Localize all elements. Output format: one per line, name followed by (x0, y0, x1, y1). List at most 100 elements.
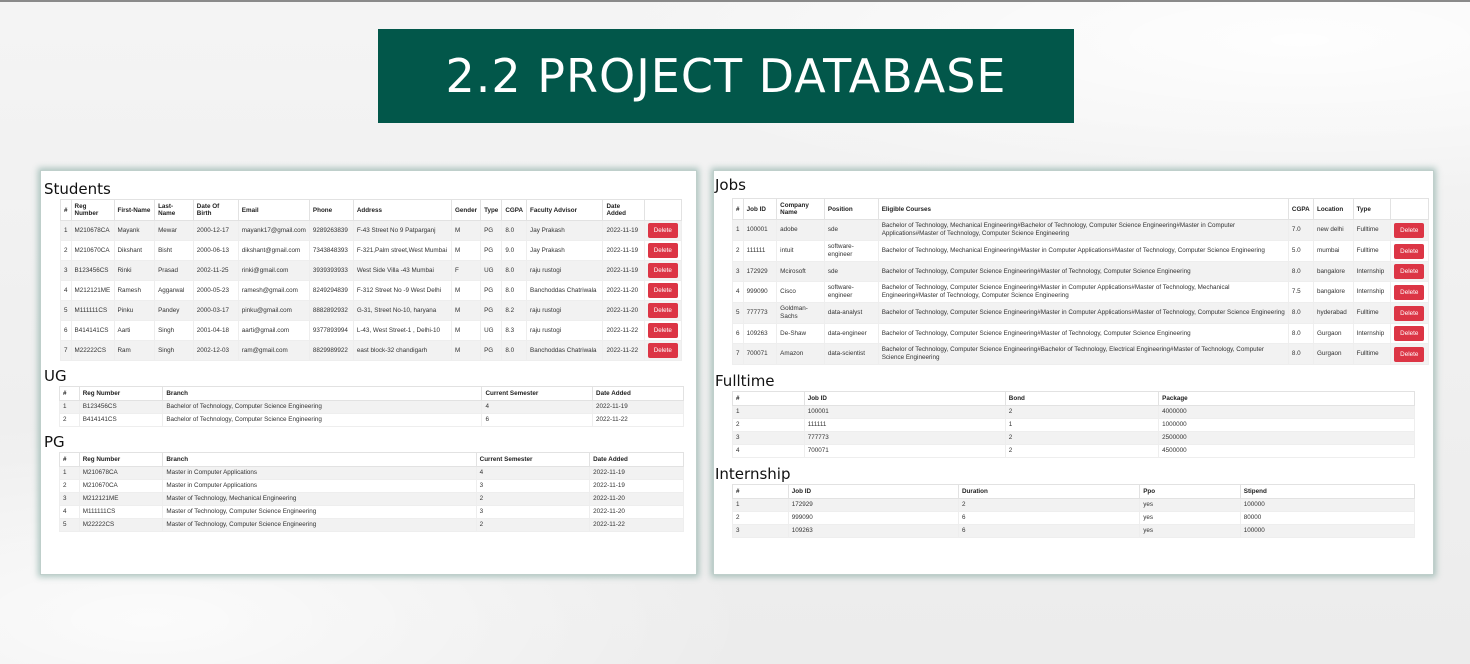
delete-button[interactable]: Delete (647, 343, 678, 358)
delete-button[interactable]: Delete (647, 283, 678, 298)
students-col-header: Date Added (602, 199, 645, 221)
students-cell: pinku@gmail.com (237, 300, 310, 321)
students-cell: Prasad (154, 260, 194, 281)
internship-cell: yes (1139, 524, 1241, 538)
fulltime-cell: 1 (732, 405, 805, 419)
students-cell: M (451, 220, 482, 241)
fulltime-table-row: 4 700071 2 4500000 (732, 444, 1415, 458)
pg-cell: 5 (59, 518, 80, 532)
jobs-cell: Fulltime (1352, 219, 1392, 241)
slide-title-banner: 2.2 PROJECT DATABASE (378, 29, 1074, 123)
students-col-header: # (60, 199, 72, 221)
delete-button[interactable]: Delete (1394, 305, 1425, 321)
delete-button[interactable]: Delete (647, 263, 678, 278)
delete-button[interactable]: Delete (1394, 284, 1425, 300)
internship-table-row: 3 109263 6 yes 100000 (732, 524, 1416, 538)
students-cell: Banchoddas Chatriwala (526, 280, 604, 301)
pg-cell: 2022-11-19 (589, 479, 684, 493)
pg-cell: 2022-11-22 (589, 518, 684, 532)
jobs-cell: 2 (732, 240, 744, 262)
internship-cell: 172929 (787, 498, 959, 512)
delete-button[interactable]: Delete (1394, 264, 1425, 279)
pg-cell: 4 (59, 505, 80, 519)
ug-cell: 2 (59, 413, 80, 427)
internship-cell: yes (1139, 498, 1241, 512)
students-cell: Ramesh (113, 280, 156, 301)
students-cell: Ram (113, 340, 156, 361)
delete-button[interactable]: Delete (647, 303, 678, 318)
delete-button[interactable]: Delete (647, 223, 678, 238)
fulltime-cell: 777773 (803, 431, 1006, 445)
jobs-col-header (1390, 198, 1429, 220)
fulltime-table-row: 3 777773 2 2500000 (732, 431, 1415, 445)
students-cell: M22222CS (70, 340, 115, 361)
students-cell: PG (480, 340, 503, 361)
jobs-cell: Internship (1352, 261, 1392, 282)
students-cell: B123456CS (70, 260, 115, 281)
jobs-table-row: 7 700071 Amazon data-scientist Bachelor of T… (732, 343, 1429, 365)
students-cell: 8249294839 (308, 280, 354, 301)
internship-col-header: Duration (957, 484, 1141, 499)
pg-col-header: Reg Number (78, 452, 164, 467)
students-cell: ram@gmail.com (237, 340, 310, 361)
jobs-cell: Amazon (776, 343, 825, 365)
students-action-cell: Delete (643, 340, 683, 361)
ug-col-header: Current Semester (481, 386, 594, 401)
delete-button[interactable]: Delete (1394, 222, 1425, 238)
jobs-cell: 8.0 (1287, 343, 1315, 365)
students-cell: UG (480, 260, 503, 281)
students-col-header: Gender (451, 199, 482, 221)
ug-col-header: Date Added (592, 386, 684, 401)
pg-table-row: 5 M22222CS Master of Technology, Computer … (59, 518, 684, 532)
fulltime-cell: 4000000 (1158, 405, 1415, 419)
students-cell: 2022-11-22 (602, 320, 645, 341)
students-cell: PG (480, 220, 503, 241)
students-table: # Reg Number First-Name Last-Name Date Of Bi… (60, 199, 683, 361)
students-cell: raju rustogi (526, 320, 604, 341)
delete-button[interactable]: Delete (1394, 346, 1425, 362)
students-cell: 8.3 (501, 320, 528, 341)
ug-cell: 2022-11-19 (592, 400, 684, 414)
fulltime-table-body: 1 100001 2 4000000 2 111111 1 1000000 3 777773 2 25… (732, 405, 1415, 458)
jobs-cell: 1 (732, 219, 744, 241)
delete-button[interactable]: Delete (1394, 243, 1425, 259)
students-cell: 2000-03-17 (192, 300, 239, 321)
ug-cell: Bachelor of Technology, Computer Science… (162, 400, 483, 414)
pg-table-row: 2 M210670CA Master in Computer Application… (59, 479, 684, 493)
students-cell: F-43 Street No 9 Patparganj (352, 220, 453, 241)
pg-col-header: Branch (162, 452, 477, 467)
fulltime-cell: 4500000 (1158, 444, 1415, 458)
students-cell: 8829989922 (308, 340, 354, 361)
delete-button[interactable]: Delete (647, 323, 678, 338)
internship-cell: yes (1139, 511, 1241, 525)
internship-header-row: # Job ID Duration Ppo Stipend (732, 484, 1416, 499)
students-col-header: CGPA (501, 199, 528, 221)
students-action-cell: Delete (643, 220, 683, 241)
fulltime-cell: 1000000 (1158, 418, 1415, 432)
students-table-row: 5 M111111CS Pinku Pandey 2000-03-17 pinku@gma… (60, 300, 683, 321)
students-cell: east block-32 chandigarh (352, 340, 453, 361)
jobs-cell: 4 (732, 281, 744, 303)
delete-button[interactable]: Delete (1394, 326, 1425, 341)
students-cell: 2022-11-20 (602, 280, 645, 301)
students-col-header: Faculty Advisor (526, 199, 604, 221)
jobs-cell: 5.0 (1287, 240, 1315, 262)
delete-button[interactable]: Delete (647, 243, 678, 258)
jobs-table: # Job ID Company Name Position Eligible Cour… (732, 198, 1429, 365)
students-cell: 2001-04-18 (192, 320, 239, 341)
students-cell: Bisht (154, 240, 194, 261)
students-cell: M (451, 300, 482, 321)
internship-cell: 6 (957, 511, 1141, 525)
students-cell: 2022-11-19 (602, 240, 645, 261)
jobs-cell: Internship (1352, 281, 1392, 303)
internship-cell: 2 (957, 498, 1141, 512)
students-action-cell: Delete (643, 280, 683, 301)
jobs-cell: 6 (732, 323, 744, 344)
students-cell: L-43, West Street-1 , Delhi-10 (352, 320, 453, 341)
students-cell: mayank17@gmail.com (237, 220, 310, 241)
jobs-cell: mumbai (1313, 240, 1354, 262)
students-cell: 3 (60, 260, 72, 281)
jobs-col-header: Eligible Courses (877, 198, 1289, 220)
students-cell: ramesh@gmail.com (237, 280, 310, 301)
ug-col-header: # (59, 386, 80, 401)
